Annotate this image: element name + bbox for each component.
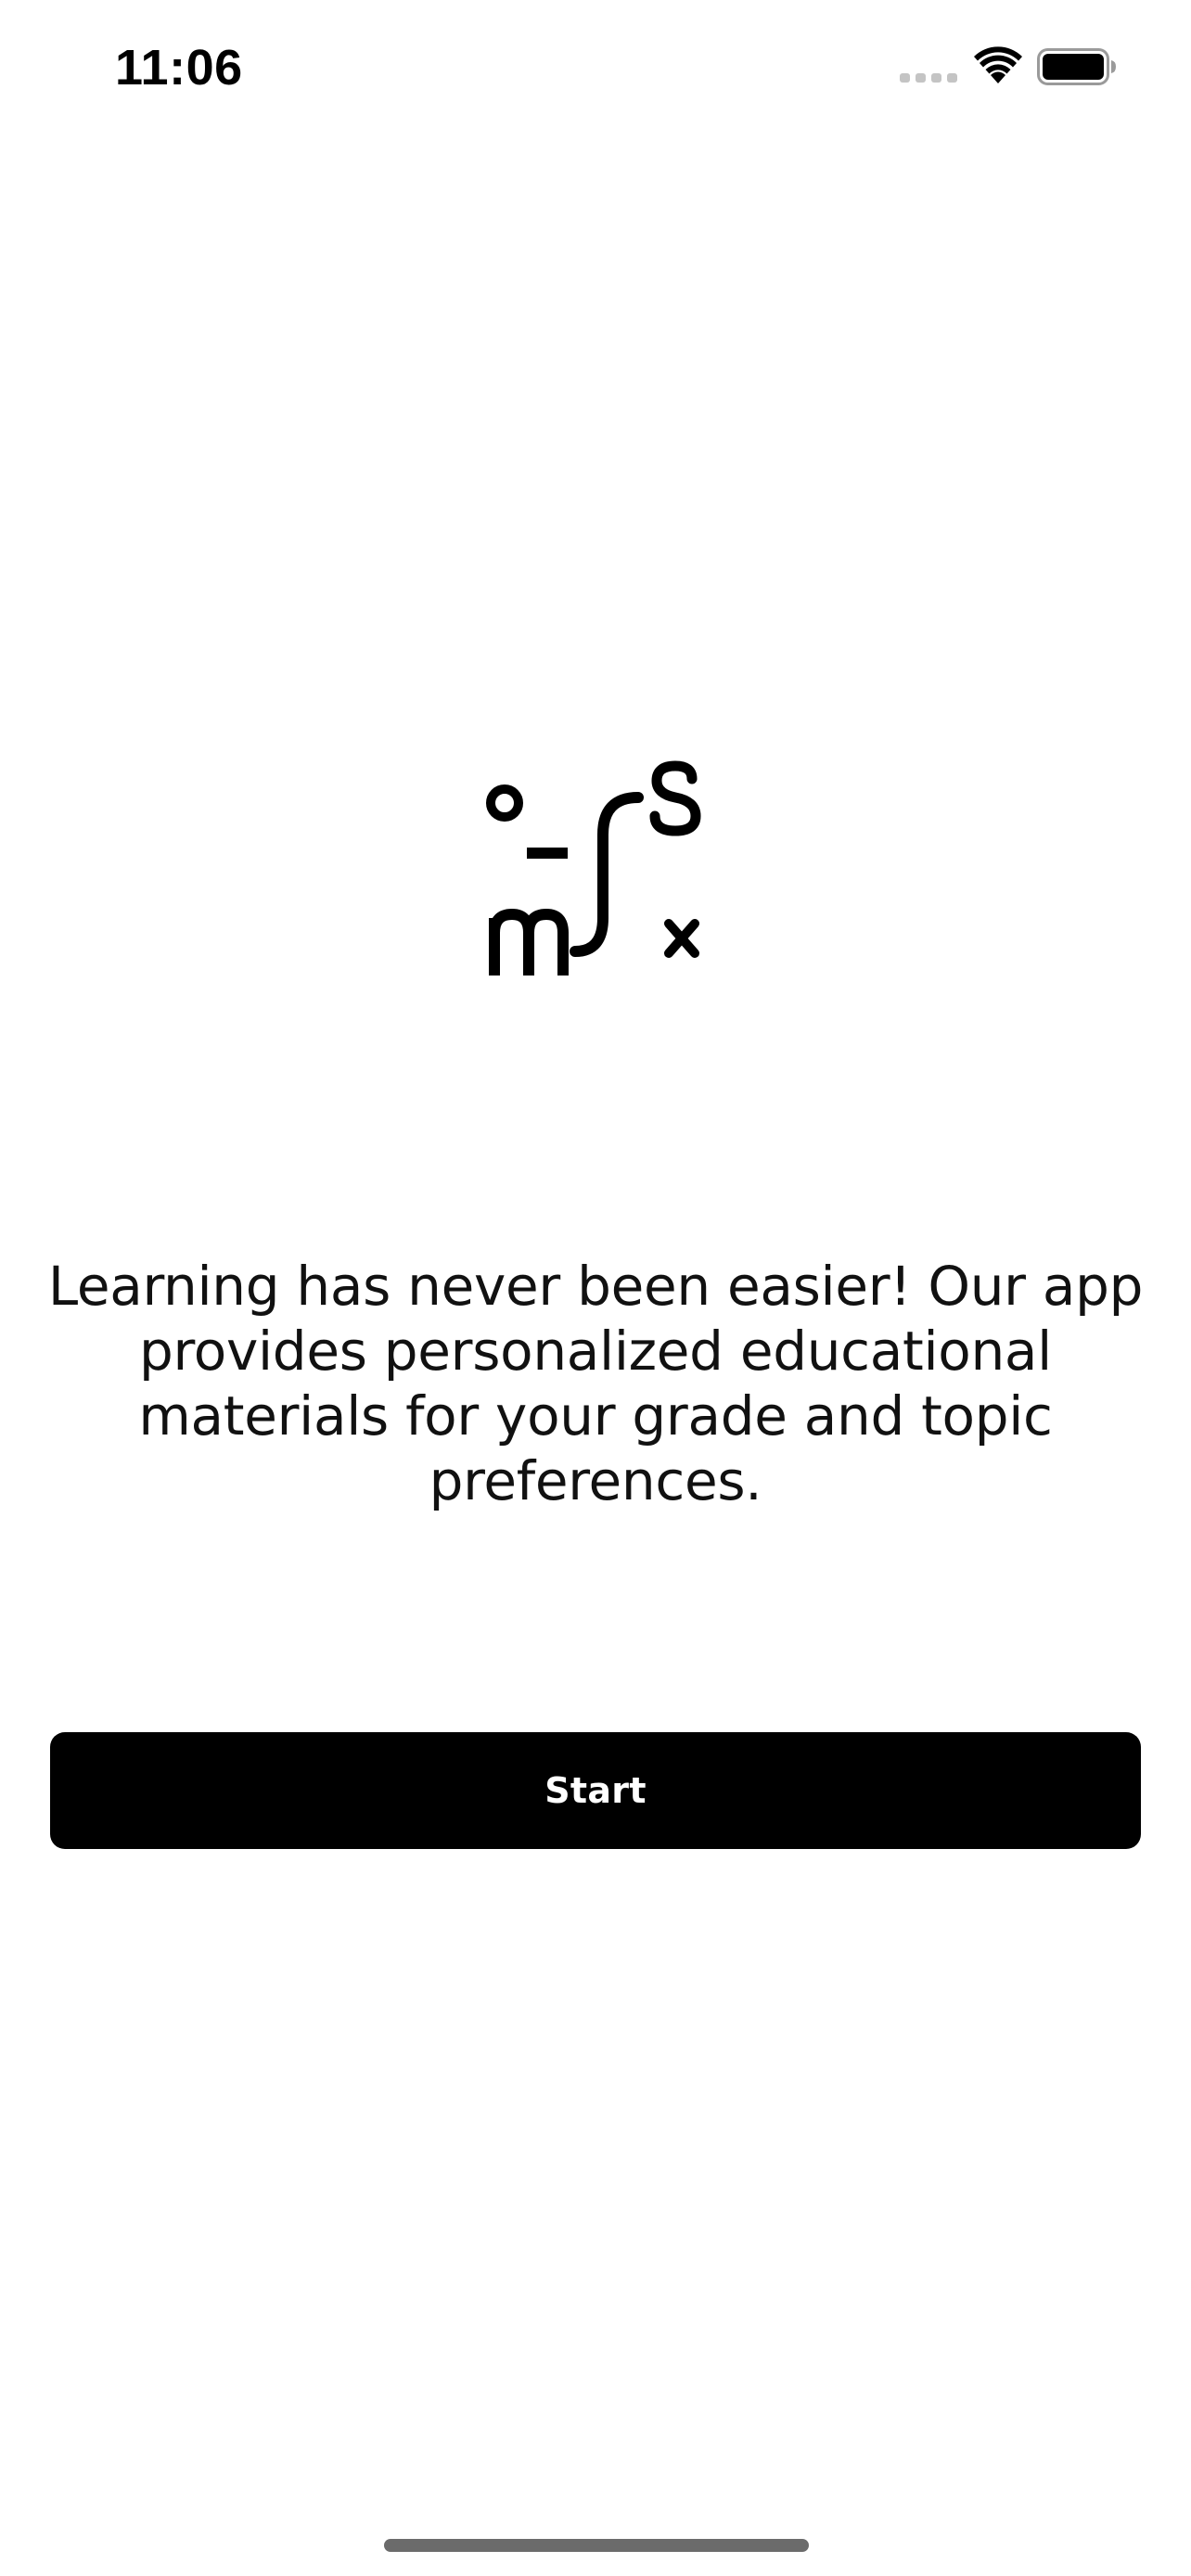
start-button[interactable]: Start [50, 1732, 1141, 1849]
start-button-label: Start [544, 1770, 647, 1811]
app-logo-icon [486, 760, 701, 976]
status-time: 11:06 [115, 40, 243, 96]
home-indicator[interactable] [384, 2539, 809, 2552]
onboarding-description: Learning has never been easier! Our app … [47, 1255, 1144, 1512]
status-bar: 11:06 [0, 0, 1191, 139]
wifi-icon [974, 46, 1022, 83]
cellular-signal-icon [900, 73, 957, 83]
battery-icon [1037, 48, 1116, 85]
